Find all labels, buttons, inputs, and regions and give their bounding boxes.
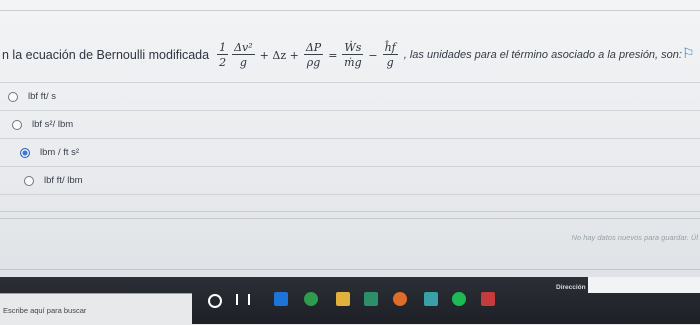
windows-taskbar: Escribe aquí para buscar Dirección: [0, 277, 700, 325]
task-view-icon[interactable]: [236, 294, 250, 305]
option-label: lbf s²/ lbm: [32, 119, 74, 130]
file-explorer-icon[interactable]: [336, 292, 350, 306]
radio-button[interactable]: [24, 175, 34, 186]
firefox-icon[interactable]: [393, 292, 407, 306]
answer-options: lbf ft/ s lbf s²/ lbm lbm / ft s² lbf ft…: [0, 82, 700, 195]
app-icon[interactable]: [481, 292, 495, 306]
radio-button-selected[interactable]: [20, 147, 30, 158]
frac-denominator: ṁg: [344, 56, 362, 69]
option-label: lbf ft/ lbm: [44, 175, 83, 186]
frac-numerator: Δv²: [232, 41, 255, 55]
frac-denominator: g: [239, 56, 247, 69]
address-toolbar-input[interactable]: [588, 277, 700, 293]
save-status-bar: No hay datos nuevos para guardar. Úl: [0, 218, 700, 277]
frac-numerator: ΔP: [303, 41, 324, 55]
minus-sign: −: [368, 48, 378, 62]
frac-denominator: g: [386, 56, 394, 69]
frac-denominator: 2: [219, 56, 227, 69]
option-label: lbf ft/ s: [28, 91, 56, 102]
edge-browser-icon[interactable]: [274, 292, 288, 306]
radio-button[interactable]: [12, 119, 22, 130]
question-suffix: , las unidades para el término asociado …: [403, 49, 682, 61]
fraction-pressure: ΔP ρg: [303, 41, 324, 69]
question-text: n la ecuación de Bernoulli modificada 1 …: [2, 39, 682, 71]
chrome-icon[interactable]: [304, 292, 318, 306]
quiz-page: n la ecuación de Bernoulli modificada 1 …: [0, 0, 700, 277]
address-label: Dirección: [556, 284, 586, 291]
option-label: lbm / ft s²: [40, 147, 80, 158]
fraction-half: 1 2: [217, 41, 229, 69]
frac-denominator: ρg: [306, 56, 321, 69]
answer-option-2[interactable]: lbf s²/ lbm: [0, 110, 700, 138]
fraction-work: Ẇs ṁg: [342, 41, 364, 69]
divider: [0, 269, 700, 270]
save-status-text: No hay datos nuevos para guardar. Úl: [571, 233, 698, 242]
equals-sign: =: [328, 48, 338, 62]
question-prefix: n la ecuación de Bernoulli modificada: [2, 48, 210, 62]
radio-button[interactable]: [8, 91, 18, 102]
taskbar-search-box[interactable]: Escribe aquí para buscar: [0, 293, 192, 325]
flag-icon[interactable]: ⚐: [682, 45, 696, 61]
frac-numerator: ĥf: [382, 41, 398, 55]
bernoulli-equation: 1 2 Δv² g + Δz + ΔP ρg = Ẇs ṁg − ĥf g: [215, 42, 400, 68]
plus-delta-z: + Δz +: [259, 48, 299, 62]
fraction-velocity: Δv² g: [232, 42, 255, 68]
fraction-friction: ĥf g: [382, 41, 398, 69]
answer-option-4[interactable]: lbf ft/ lbm: [0, 166, 700, 195]
mail-icon[interactable]: [424, 292, 438, 306]
search-placeholder: Escribe aquí para buscar: [3, 306, 87, 315]
answer-option-3[interactable]: lbm / ft s²: [0, 138, 700, 166]
spotify-icon[interactable]: [452, 292, 466, 306]
answer-option-1[interactable]: lbf ft/ s: [0, 82, 700, 110]
frac-numerator: 1: [217, 41, 229, 55]
cortana-icon[interactable]: [208, 294, 222, 308]
frac-numerator: Ẇs: [342, 41, 364, 55]
store-icon[interactable]: [364, 292, 378, 306]
